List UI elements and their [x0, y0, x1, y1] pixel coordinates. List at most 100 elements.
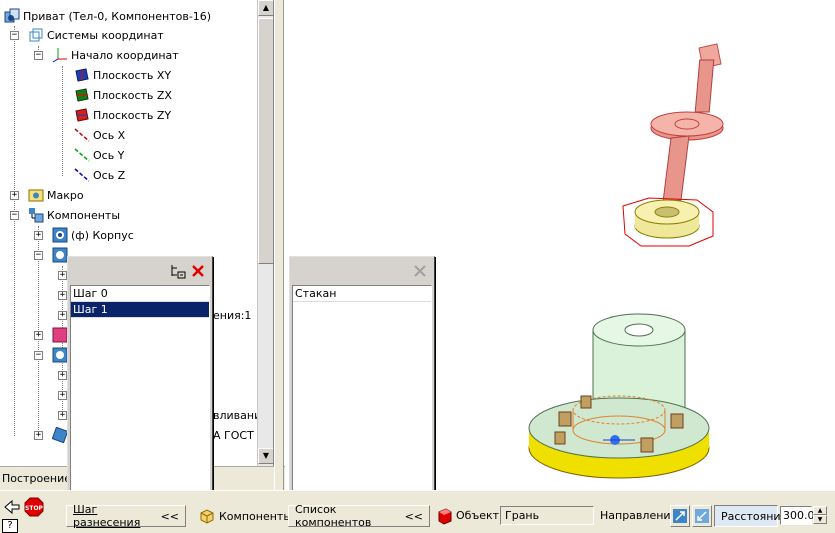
delete-component-icon[interactable]	[412, 263, 428, 279]
axis-y-icon	[74, 147, 90, 163]
plane-zy-icon	[74, 107, 90, 123]
tree-label: Ось Y	[93, 148, 125, 162]
step-item-selected[interactable]: Шаг 1	[71, 302, 209, 318]
object-field[interactable]: Грань	[500, 506, 594, 525]
tree-line	[62, 66, 63, 176]
add-step-icon[interactable]	[168, 263, 186, 279]
expand-toggle[interactable]: +	[34, 331, 43, 340]
scroll-up-button[interactable]: ▲	[258, 0, 273, 16]
tree-item-plane-xy[interactable]: Плоскость XY	[74, 65, 171, 85]
part-icon	[52, 247, 68, 263]
panel-splitter[interactable]	[274, 0, 284, 490]
explode-steps-label: Шаг разнесения	[73, 503, 141, 529]
step-item[interactable]: Шаг 0	[71, 286, 209, 302]
component-list-label: Список компонентов	[295, 503, 372, 529]
part-icon	[52, 227, 68, 243]
origin-axes-icon	[52, 47, 68, 63]
expand-toggle[interactable]: −	[34, 351, 43, 360]
expand-toggle[interactable]: +	[34, 231, 43, 240]
macro-icon	[28, 187, 44, 203]
svg-text:STOP: STOP	[25, 505, 44, 512]
explode-steps-window: Шаг 0 Шаг 1	[67, 256, 213, 502]
explode-steps-button[interactable]: Шаг разнесения <<	[66, 503, 186, 529]
tree-item-axis-z[interactable]: Ось Z	[74, 165, 125, 185]
tree-item-component[interactable]	[51, 425, 69, 445]
direction-forward-icon	[673, 509, 687, 523]
spin-up-icon[interactable]: ▲	[813, 506, 827, 515]
tree-item-component[interactable]	[52, 325, 68, 345]
part-icon	[51, 426, 69, 444]
object-label: Объект	[456, 509, 500, 522]
tree-caption-label: Построение	[2, 472, 72, 485]
scroll-thumb[interactable]	[258, 18, 273, 264]
tree-item-plane-zy[interactable]: Плоскость ZY	[74, 105, 171, 125]
axis-x-icon	[74, 127, 90, 143]
shaft-part	[650, 43, 724, 203]
tree-item-partial[interactable]: вливани	[210, 405, 261, 425]
expand-toggle[interactable]: +	[58, 311, 67, 320]
distance-input[interactable]: 300.0	[780, 506, 815, 525]
tree-item-component[interactable]	[52, 245, 68, 265]
direction-label: Направление	[600, 509, 678, 522]
base-flange-part	[528, 395, 710, 479]
apply-icon[interactable]	[2, 497, 22, 515]
tree-item-macro[interactable]: Макро	[28, 185, 84, 205]
delete-step-icon[interactable]	[190, 263, 206, 279]
tree-item-axis-x[interactable]: Ось X	[74, 125, 125, 145]
collapse-chevron: <<	[404, 509, 423, 523]
components-button[interactable]: Компоненты	[192, 505, 292, 527]
expand-toggle[interactable]: −	[10, 211, 19, 220]
tree-label: Компоненты	[47, 208, 121, 222]
tree-item-component[interactable]	[52, 345, 68, 365]
tree-line	[14, 26, 15, 436]
stop-icon[interactable]: STOP	[24, 497, 44, 517]
tree-item-origin[interactable]: Начало координат	[52, 45, 179, 65]
expand-toggle[interactable]: −	[10, 31, 19, 40]
components-icon	[199, 508, 215, 524]
tree-item-components[interactable]: Компоненты	[28, 205, 120, 225]
tree-item-axis-y[interactable]: Ось Y	[74, 145, 124, 165]
collapse-chevron: <<	[160, 509, 179, 523]
expand-toggle[interactable]: +	[58, 411, 67, 420]
tree-item-housing[interactable]: (ф) Корпус	[52, 225, 134, 245]
tree-label: Начало координат	[71, 48, 179, 62]
expand-toggle[interactable]: +	[58, 371, 67, 380]
tree-item-partial[interactable]: ения:1	[210, 305, 251, 325]
distance-value: 300.0	[783, 509, 815, 522]
expand-toggle[interactable]: +	[58, 391, 67, 400]
expand-toggle[interactable]: +	[34, 431, 43, 440]
direction-reverse-button[interactable]	[692, 505, 712, 527]
expand-toggle[interactable]: −	[34, 251, 43, 260]
tree-label: Плоскость XY	[93, 68, 172, 82]
component-list-button[interactable]: Список компонентов <<	[288, 503, 430, 529]
part-icon	[52, 327, 68, 343]
nut-part	[622, 197, 714, 247]
property-toolbar: STOP ? Шаг разнесения << Компоненты Спис…	[0, 490, 835, 533]
scroll-down-button[interactable]: ▼	[258, 448, 273, 464]
plane-xy-icon	[74, 67, 90, 83]
tree-label: Макро	[47, 188, 84, 202]
object-select-icon[interactable]	[436, 507, 454, 525]
components-list[interactable]: Стакан	[292, 285, 432, 499]
components-window-header	[292, 259, 432, 283]
component-item[interactable]: Стакан	[293, 286, 431, 302]
spin-down-icon[interactable]: ▼	[813, 515, 827, 524]
tree-item-coord-systems[interactable]: Системы координат	[28, 25, 164, 45]
components-icon	[28, 207, 44, 223]
expand-toggle[interactable]: +	[10, 191, 19, 200]
expand-toggle[interactable]: +	[58, 291, 67, 300]
expand-toggle[interactable]: −	[34, 51, 43, 60]
help-icon[interactable]: ?	[2, 519, 18, 533]
direction-forward-button[interactable]	[670, 505, 690, 527]
axis-z-icon	[74, 167, 90, 183]
components-button-label: Компоненты	[219, 509, 293, 523]
distance-label-box: Расстояние	[714, 505, 787, 527]
tree-scrollbar[interactable]: ▲ ▼	[257, 0, 273, 466]
tree-item-plane-zx[interactable]: Плоскость ZX	[74, 85, 172, 105]
distance-spinner[interactable]: ▲ ▼	[813, 506, 827, 525]
tree-label: Плоскость ZX	[93, 88, 172, 102]
tree-root[interactable]: Приват (Тел-0, Компонентов-16)	[4, 6, 211, 26]
components-list-window: Стакан	[289, 256, 435, 502]
steps-list[interactable]: Шаг 0 Шаг 1	[70, 285, 210, 499]
expand-toggle[interactable]: +	[58, 271, 67, 280]
